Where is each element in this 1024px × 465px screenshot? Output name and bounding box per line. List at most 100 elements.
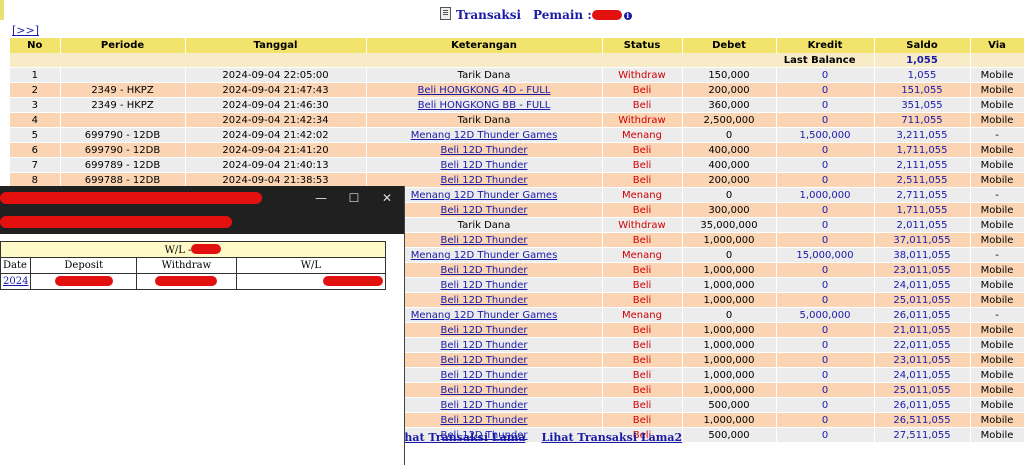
row-keterangan[interactable]: Beli 12D Thunder — [440, 160, 527, 171]
row-status: Beli — [632, 414, 652, 426]
row-keterangan[interactable]: Beli 12D Thunder — [440, 370, 527, 381]
column-header: Keterangan — [366, 38, 603, 53]
row-tanggal: 2024-09-04 21:42:34 — [222, 114, 329, 126]
row-keterangan[interactable]: Beli 12D Thunder — [440, 325, 527, 336]
row-via: Mobile — [980, 369, 1014, 381]
row-via: Mobile — [980, 339, 1014, 351]
row-keterangan[interactable]: Beli HONGKONG 4D - FULL — [418, 85, 551, 96]
old-transactions-2-link[interactable]: Lihat Transaksi Lama2 — [541, 431, 682, 444]
row-keterangan[interactable]: Menang 12D Thunder Games — [411, 130, 558, 141]
row-tanggal: 2024-09-04 21:40:13 — [222, 159, 329, 171]
row-debet: 400,000 — [708, 159, 750, 171]
row-debet: 35,000,000 — [700, 219, 758, 231]
row-debet: 1,000,000 — [703, 354, 755, 366]
row-kredit: 0 — [821, 174, 829, 186]
document-icon — [440, 7, 451, 20]
row-saldo: 26,011,055 — [893, 309, 951, 321]
row-kredit: 0 — [821, 294, 829, 306]
wl-summary-table: W/L - Date Deposit Withdraw W/L 2024 — [0, 241, 387, 290]
row-keterangan[interactable]: Beli 12D Thunder — [440, 280, 527, 291]
row-status: Beli — [632, 99, 652, 111]
row-tanggal: 2024-09-04 21:46:30 — [222, 99, 329, 111]
row-saldo: 24,011,055 — [893, 279, 951, 291]
row-saldo: 2,111,055 — [896, 159, 948, 171]
row-status: Withdraw — [618, 69, 666, 81]
row-keterangan[interactable]: Beli 12D Thunder — [440, 400, 527, 411]
date-link[interactable]: 2024 — [3, 276, 28, 287]
column-header: Via — [970, 38, 1024, 53]
row-saldo: 26,011,055 — [893, 399, 951, 411]
row-via: Mobile — [980, 384, 1014, 396]
row-no: 2 — [31, 84, 38, 96]
row-keterangan: Tarik Dana — [457, 114, 511, 126]
column-header: Status — [602, 38, 683, 53]
redaction-mark — [0, 192, 262, 204]
row-saldo: 24,011,055 — [893, 369, 951, 381]
redaction-mark — [323, 275, 383, 286]
row-via: Mobile — [980, 69, 1014, 81]
row-debet: 500,000 — [708, 429, 750, 441]
expand-link[interactable]: [>>] — [12, 24, 39, 37]
maximize-icon[interactable]: ☐ — [343, 190, 365, 206]
row-keterangan[interactable]: Beli 12D Thunder — [440, 295, 527, 306]
table-row: 7 699789 - 12DB 2024-09-04 21:40:13 Beli 12… — [10, 157, 1024, 173]
page-title: Transaksi Pemain : i — [440, 7, 632, 22]
row-keterangan[interactable]: Beli 12D Thunder — [440, 415, 527, 426]
table-row: 3 2349 - HKPZ 2024-09-04 21:46:30 Beli HONG… — [10, 97, 1024, 113]
row-periode: 699788 - 12DB — [84, 174, 161, 186]
table-row: 1 2024-09-04 22:05:00 Tarik Dana Withdraw 15… — [10, 67, 1024, 83]
row-kredit: 0 — [821, 339, 829, 351]
row-keterangan[interactable]: Beli 12D Thunder — [440, 340, 527, 351]
row-keterangan[interactable]: Beli HONGKONG BB - FULL — [418, 100, 551, 111]
row-keterangan[interactable]: Menang 12D Thunder Games — [411, 190, 558, 201]
row-kredit: 0 — [821, 114, 829, 126]
row-kredit: 0 — [821, 399, 829, 411]
title-pemain: Pemain : — [533, 8, 592, 22]
row-keterangan[interactable]: Beli 12D Thunder — [440, 355, 527, 366]
row-saldo: 27,511,055 — [893, 429, 951, 441]
redaction-mark — [155, 275, 218, 286]
table-row: 4 2024-09-04 21:42:34 Tarik Dana Withdraw 2,… — [10, 112, 1024, 128]
row-status: Beli — [632, 234, 652, 246]
row-status: Withdraw — [618, 114, 666, 126]
column-header: Debet — [682, 38, 777, 53]
row-via: - — [995, 309, 999, 321]
row-keterangan[interactable]: Beli 12D Thunder — [440, 385, 527, 396]
row-no: 4 — [31, 114, 38, 126]
row-periode: 2349 - HKPZ — [91, 84, 154, 96]
last-balance-row: Last Balance 1,055 — [10, 53, 1024, 68]
row-status: Beli — [632, 279, 652, 291]
row-status: Beli — [632, 144, 652, 156]
row-keterangan[interactable]: Beli 12D Thunder — [440, 265, 527, 276]
close-icon[interactable]: ✕ — [376, 190, 398, 206]
row-saldo: 21,011,055 — [893, 324, 951, 336]
row-keterangan[interactable]: Beli 12D Thunder — [440, 175, 527, 186]
row-via: Mobile — [980, 414, 1014, 426]
info-icon[interactable]: i — [623, 12, 632, 20]
row-keterangan[interactable]: Beli 12D Thunder — [440, 205, 527, 216]
row-via: Mobile — [980, 279, 1014, 291]
row-keterangan[interactable]: Beli 12D Thunder — [440, 235, 527, 246]
row-via: Mobile — [980, 429, 1014, 441]
row-keterangan[interactable]: Menang 12D Thunder Games — [411, 310, 558, 321]
row-kredit: 0 — [821, 279, 829, 291]
redaction-mark — [0, 216, 232, 228]
row-via: Mobile — [980, 264, 1014, 276]
old-transactions-link[interactable]: lihat Transaksi Lama — [396, 431, 525, 444]
minimize-icon[interactable]: — — [310, 190, 332, 206]
row-keterangan[interactable]: Beli 12D Thunder — [440, 145, 527, 156]
row-tanggal: 2024-09-04 21:38:53 — [222, 174, 329, 186]
row-status: Beli — [632, 399, 652, 411]
row-status: Beli — [632, 294, 652, 306]
row-saldo: 38,011,055 — [893, 249, 951, 261]
column-header: Periode — [60, 38, 186, 53]
column-header: No — [10, 38, 61, 53]
footer-links: lihat Transaksi Lama Lihat Transaksi Lama… — [396, 431, 698, 444]
row-no: 6 — [31, 144, 38, 156]
row-keterangan: Tarik Dana — [457, 219, 511, 231]
row-status: Beli — [632, 369, 652, 381]
row-status: Beli — [632, 204, 652, 216]
row-via: Mobile — [980, 219, 1014, 231]
row-keterangan[interactable]: Menang 12D Thunder Games — [411, 250, 558, 261]
row-debet: 1,000,000 — [703, 279, 755, 291]
